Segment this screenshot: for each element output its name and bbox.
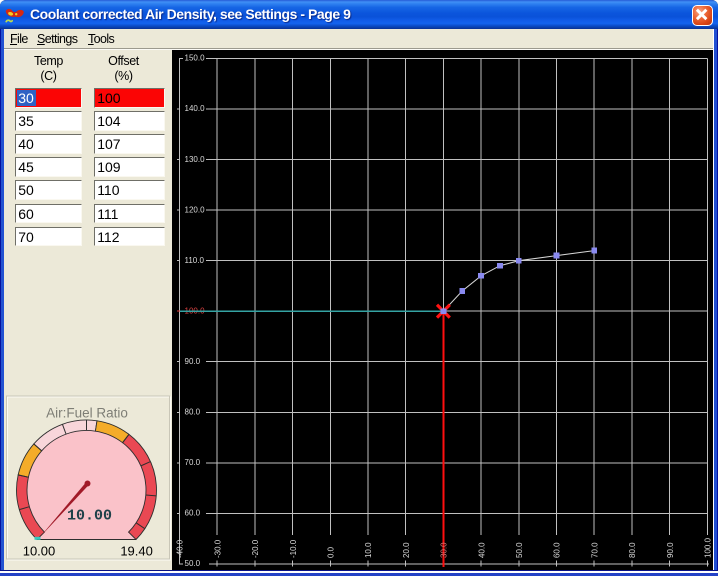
svg-text:19.40: 19.40 [120,544,153,559]
svg-text:10.00: 10.00 [23,544,56,559]
svg-text:10.00: 10.00 [67,508,112,525]
svg-text:Air:Fuel Ratio: Air:Fuel Ratio [46,406,128,421]
